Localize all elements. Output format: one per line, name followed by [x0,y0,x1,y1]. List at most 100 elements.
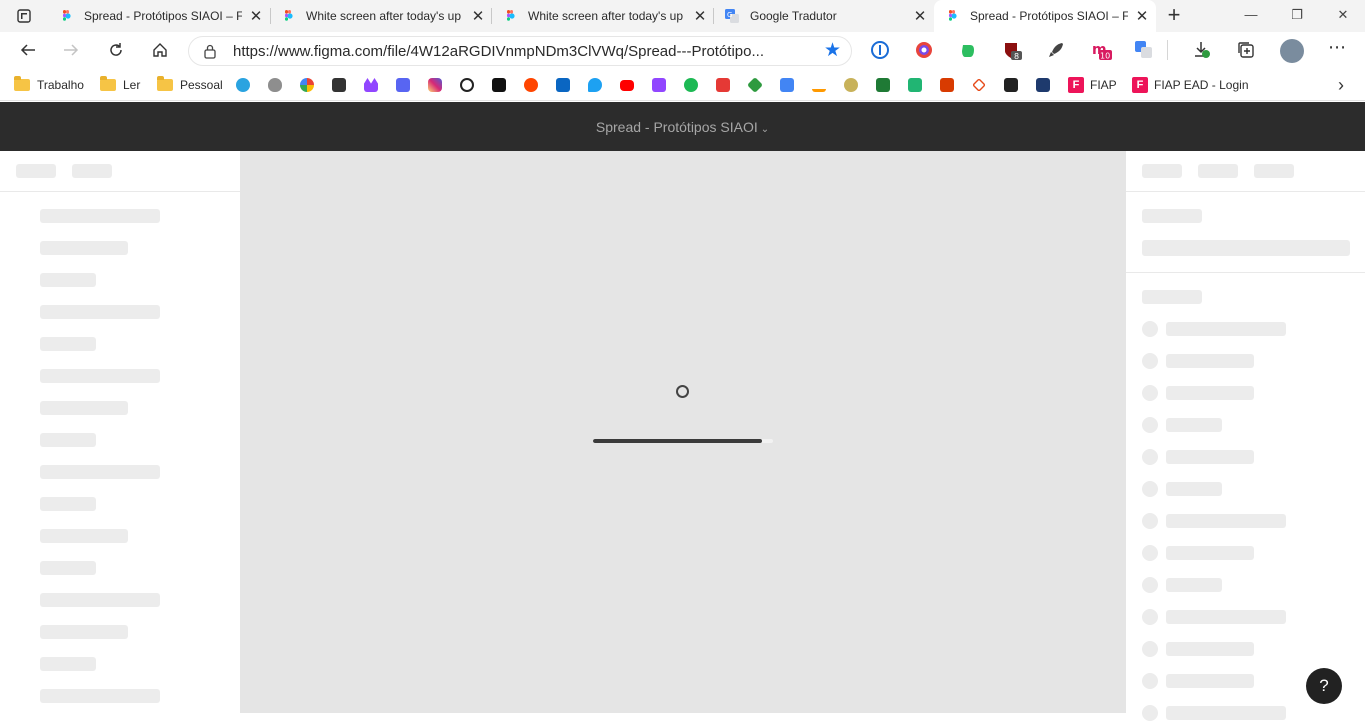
bookmark-folder-trabalho[interactable]: Trabalho [14,76,84,94]
ublock-icon[interactable]: 8 [1003,41,1022,61]
apple-icon[interactable] [268,78,282,92]
bookmark-green-icon[interactable] [876,78,890,92]
page-title[interactable]: Spread - Protótipos SIAOI [596,119,758,135]
skeleton-row [1166,642,1254,656]
bookmark-fiap[interactable]: F FIAP [1068,76,1117,94]
collections-icon[interactable] [1237,41,1255,59]
minimize-button[interactable]: — [1236,4,1266,26]
tab-title: Google Tradutor [750,9,837,23]
tab-google-tradutor[interactable]: G Google Tradutor ✕ [714,0,934,32]
extension-counter-icon[interactable]: m 10 [1091,41,1112,61]
skeleton-swatch [1142,673,1158,689]
skeleton-swatch [1142,449,1158,465]
linkedin-icon[interactable] [556,78,570,92]
crown-icon[interactable] [364,78,378,92]
close-tab-icon[interactable]: ✕ [242,7,270,25]
twitch-icon[interactable] [652,78,666,92]
chevron-down-icon[interactable]: ⌄ [761,124,769,135]
close-window-button[interactable]: ✕ [1328,4,1358,26]
close-tab-icon[interactable]: ✕ [464,7,492,25]
skeleton-heading [1142,209,1202,223]
tab-actions-icon[interactable] [10,6,38,26]
help-button[interactable]: ? [1306,668,1342,704]
youtube-icon[interactable] [620,80,634,91]
figma-icon [949,10,957,21]
office-icon[interactable] [940,78,954,92]
skeleton-row [40,305,160,319]
avatar[interactable] [1280,39,1304,63]
bookmark-red-icon[interactable] [716,78,730,92]
skeleton-tab [1142,164,1182,178]
favorite-star-icon[interactable]: ★ [824,41,841,61]
google-icon[interactable] [300,78,314,92]
color-picker-icon[interactable] [915,41,933,59]
bookmark-badge-icon[interactable] [844,78,858,92]
feedly-icon[interactable] [747,77,763,93]
amazon-icon[interactable] [812,78,826,92]
bookmark-x-icon[interactable] [972,78,986,92]
skeleton-row [1166,322,1286,336]
skeleton-tab [1254,164,1294,178]
bookmark-dark-icon[interactable] [1004,78,1018,92]
bookmark-folder-pessoal[interactable]: Pessoal [157,76,223,94]
more-options-icon[interactable]: ⋯ [1328,38,1346,56]
loading-spinner-icon [676,385,689,398]
skeleton-row [1166,706,1286,720]
translate-icon[interactable] [780,78,794,92]
reddit-icon[interactable] [524,78,538,92]
address-bar[interactable]: https://www.figma.com/file/4W12aRGDIVnmp… [188,36,852,66]
bookmark-label: Trabalho [37,78,84,92]
tab-spread-active[interactable]: Spread - Protótipos SIAOI – F ✕ [934,0,1156,32]
loading-progress-bar [593,439,773,443]
tiktok-icon[interactable] [492,78,506,92]
tab-spread-1[interactable]: Spread - Protótipos SIAOI – F ✕ [48,0,270,32]
file-title-menu[interactable]: Spread - Protótipos SIAOI ⌄ [0,119,1365,135]
evernote-icon[interactable] [959,41,977,59]
chevron-right-icon[interactable]: › [1333,76,1349,94]
openai-icon[interactable] [460,78,474,92]
lock-icon[interactable] [203,43,217,59]
rocket-icon[interactable] [1047,41,1065,59]
discord-icon[interactable] [396,78,410,92]
home-button[interactable] [146,36,174,64]
skeleton-row [40,241,128,255]
figma-icon [507,10,515,21]
skeleton-heading [1142,290,1202,304]
twitter-icon[interactable] [588,78,602,92]
new-tab-button[interactable]: + [1162,4,1186,28]
downloads-icon[interactable] [1193,41,1211,59]
refresh-button[interactable] [102,36,130,64]
skeleton-row [40,561,96,575]
tab-white-screen-2[interactable]: White screen after today's up ✕ [492,0,714,32]
skeleton-row [40,529,128,543]
bookmark-folder-ler[interactable]: Ler [100,76,140,94]
restore-button[interactable]: ❐ [1282,4,1312,26]
skeleton-row [1166,674,1254,688]
epic-games-icon[interactable] [332,78,346,92]
figma-toolbar: Spread - Protótipos SIAOI ⌄ [0,102,1365,151]
url-text[interactable]: https://www.figma.com/file/4W12aRGDIVnmp… [233,43,811,60]
telegram-icon[interactable] [236,78,250,92]
back-button[interactable] [14,36,42,64]
google-translate-extension-icon[interactable] [1135,41,1153,59]
1password-icon[interactable] [871,41,889,59]
close-tab-icon[interactable]: ✕ [686,7,714,25]
close-tab-icon[interactable]: ✕ [1128,7,1156,25]
skeleton-row [1166,450,1254,464]
skeleton-swatch [1142,513,1158,529]
instagram-icon[interactable] [428,78,442,92]
skeleton-row [40,337,96,351]
bookmark-blue-icon[interactable] [1036,78,1050,92]
figma-canvas[interactable] [240,151,1126,713]
bookmark-fiap-ead[interactable]: F FIAP EAD - Login [1132,76,1249,94]
skeleton-row [40,497,96,511]
skeleton-row [1166,578,1222,592]
tab-white-screen-1[interactable]: White screen after today's up ✕ [270,0,492,32]
dollar-icon[interactable] [908,78,922,92]
close-tab-icon[interactable]: ✕ [906,7,934,25]
divider [1126,272,1365,273]
bookmark-label: Ler [123,78,141,92]
spotify-icon[interactable] [684,78,698,92]
forward-button[interactable] [57,36,85,64]
skeleton-row [1166,386,1254,400]
